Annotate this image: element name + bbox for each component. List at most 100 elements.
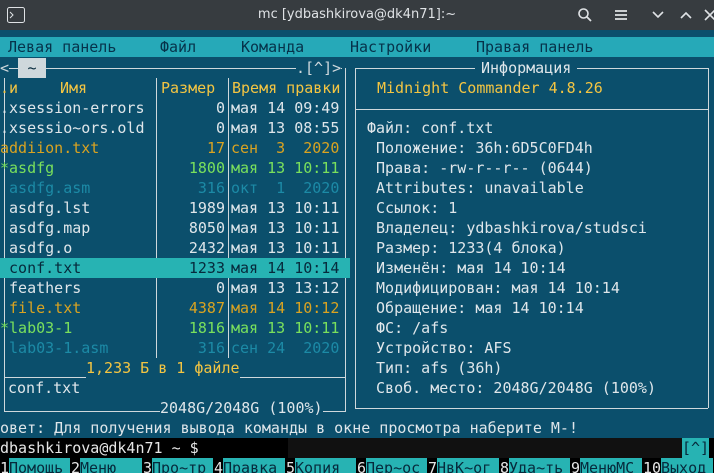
fkey-3-button[interactable]: Правка (223, 458, 285, 473)
hamburger-menu-icon[interactable] (611, 5, 631, 25)
hint-line: овет: Для получения вывода команды в окн… (0, 419, 578, 437)
selection-summary: 1,233 Б в 1 файле (86, 358, 240, 378)
menu-settings[interactable]: Настройки (350, 37, 431, 57)
file-size: 0 (215, 119, 225, 137)
title-bar: mc [ydbashkirova@dk4n71]:~ (0, 0, 714, 30)
info-line: Размер: 1233(4 блока) (367, 239, 566, 257)
info-line: Устройство: AFS (367, 339, 512, 357)
file-size: 17 (206, 139, 225, 157)
file-row[interactable]: feathers 0 мая 13 13:12 (0, 278, 350, 298)
file-mtime: мая 13 08:55 (231, 119, 340, 137)
command-line[interactable]: dbashkirova@dk4n71 ~ $ [^] (0, 438, 714, 458)
panel-path[interactable]: ~ (18, 58, 46, 78)
search-icon[interactable] (575, 5, 595, 25)
panel-history-marker[interactable]: .[^]> (296, 58, 342, 78)
info-line: Владелец: ydbashkirova/studsci (367, 219, 647, 237)
info-line: Тип: afs (36h) (367, 359, 503, 377)
file-row[interactable]: conf.txt 1233 мая 14 10:14 (0, 258, 350, 278)
file-mtime: окт 1 2020 (231, 179, 340, 197)
file-size: 2432 (188, 239, 225, 257)
file-size: 316 (197, 339, 225, 357)
info-line: Ссылок: 1 (367, 199, 458, 217)
file-row[interactable]: asdfg.lst 1989 мая 13 10:11 (0, 198, 350, 218)
function-key-bar: 1 Помощь 2 Меню 3 Про~тр 4 Правка 5 Копия 6 Пер~ос 7… (0, 458, 714, 473)
info-panel-title: Информация (475, 58, 578, 78)
file-mtime: сен 24 2020 (231, 339, 340, 357)
file-name: asdfg.lst (0, 199, 91, 217)
subshell-marker[interactable]: [^] (682, 438, 710, 458)
file-name: asdfg.o (0, 239, 73, 257)
file-mtime: мая 13 13:12 (231, 279, 340, 297)
file-mtime: мая 14 10:14 (231, 259, 340, 277)
file-name: addiion.txt (0, 139, 100, 157)
fkey-9-button[interactable]: Выход (661, 458, 713, 473)
fkey-8-button[interactable]: МенюМС (580, 458, 642, 473)
info-line: Attributes: unavailable (367, 179, 584, 197)
file-size: 0 (215, 279, 225, 297)
mini-status-filename: conf.txt (8, 379, 81, 397)
fkey-number: 2 (71, 459, 81, 473)
menu-command[interactable]: Команда (241, 37, 304, 57)
file-row[interactable]: .xsession-errors 0 мая 14 09:49 (0, 98, 350, 118)
file-name: feathers (0, 279, 82, 297)
info-line: Модифицирован: мая 14 10:14 (367, 279, 620, 297)
fkey-number: 3 (143, 459, 153, 473)
fkey-5-button[interactable]: Пер~ос (366, 458, 427, 473)
fkey-number: 1 (0, 459, 10, 473)
column-name-header[interactable]: Имя (60, 78, 87, 98)
file-row[interactable]: asdfg.map 8050 мая 13 10:11 (0, 218, 350, 238)
column-headers: .и Имя Размер Время правки (0, 78, 350, 98)
menu-right-panel[interactable]: Правая панель (476, 37, 593, 57)
file-size: 0 (215, 99, 225, 117)
menu-file[interactable]: Файл (160, 37, 196, 57)
fkey-number: 4 (214, 459, 224, 473)
column-time-header[interactable]: Время правки (232, 78, 340, 98)
info-line: Обращение: мая 14 10:14 (367, 299, 584, 317)
info-line: Своб. место: 2048G/2048G (100%) (367, 379, 656, 397)
fkey-6-button[interactable]: НвК~ог (437, 458, 499, 473)
menu-left-panel[interactable]: Левая панель (8, 37, 116, 57)
file-size: 1800 (188, 159, 225, 177)
file-name: *asdfg (0, 159, 55, 177)
file-name: asdfg.asm (0, 179, 91, 197)
fkey-4-button[interactable]: Копия (295, 458, 356, 473)
file-row[interactable]: lab03-1.asm 316 сен 24 2020 (0, 338, 350, 358)
fkey-1-button[interactable]: Меню (80, 458, 142, 473)
terminal-area[interactable]: Левая панель Файл Команда Настройки Прав… (0, 30, 714, 473)
file-row[interactable]: addiion.txt 17 сен 3 2020 (0, 138, 350, 158)
file-name: *lab03-1 (0, 319, 73, 337)
file-mtime: мая 13 10:11 (231, 199, 340, 217)
minimize-icon[interactable] (648, 5, 668, 25)
file-name: .xsession-errors (0, 99, 145, 117)
fkey-0-button[interactable]: Помощь (9, 458, 70, 473)
sort-indicator[interactable]: .и (0, 78, 18, 98)
fkey-number: 8 (500, 459, 510, 473)
file-size: 316 (197, 179, 225, 197)
file-size: 1233 (188, 259, 225, 277)
file-row[interactable]: asdfg.asm 316 окт 1 2020 (0, 178, 350, 198)
fkey-7-button[interactable]: Уда~ть (509, 458, 570, 473)
file-mtime: мая 14 09:49 (231, 99, 340, 117)
fkey-number: 9 (571, 459, 581, 473)
file-mtime: сен 3 2020 (231, 139, 340, 157)
file-size: 1989 (188, 199, 225, 217)
free-space-indicator: 2048G/2048G (100%) (160, 398, 323, 418)
file-name: lab03-1.asm (0, 339, 109, 357)
terminal-window: mc [ydbashkirova@dk4n71]:~ Левая панель … (0, 0, 714, 473)
info-line: ФС: /afs (367, 319, 449, 337)
fkey-2-button[interactable]: Про~тр (152, 458, 213, 473)
file-row[interactable]: file.txt 4387 мая 14 10:12 (0, 298, 350, 318)
file-row[interactable]: asdfg.o 2432 мая 13 10:11 (0, 238, 350, 258)
file-row[interactable]: *lab03-1 1816 мая 13 10:11 (0, 318, 350, 338)
command-input[interactable] (288, 438, 682, 458)
fkey-number: 6 (357, 459, 367, 473)
mc-menubar: Левая панель Файл Команда Настройки Прав… (0, 37, 714, 57)
info-line: Файл: conf.txt (367, 119, 494, 137)
panel-prev-marker[interactable]: < (0, 58, 10, 78)
column-size-header[interactable]: Размер (161, 78, 215, 98)
file-row[interactable]: *asdfg 1800 мая 13 10:11 (0, 158, 350, 178)
file-row[interactable]: .xsessio~ors.old 0 мая 13 08:55 (0, 118, 350, 138)
file-mtime: мая 13 10:11 (231, 219, 340, 237)
close-icon[interactable] (700, 5, 714, 25)
maximize-icon[interactable] (676, 5, 696, 25)
